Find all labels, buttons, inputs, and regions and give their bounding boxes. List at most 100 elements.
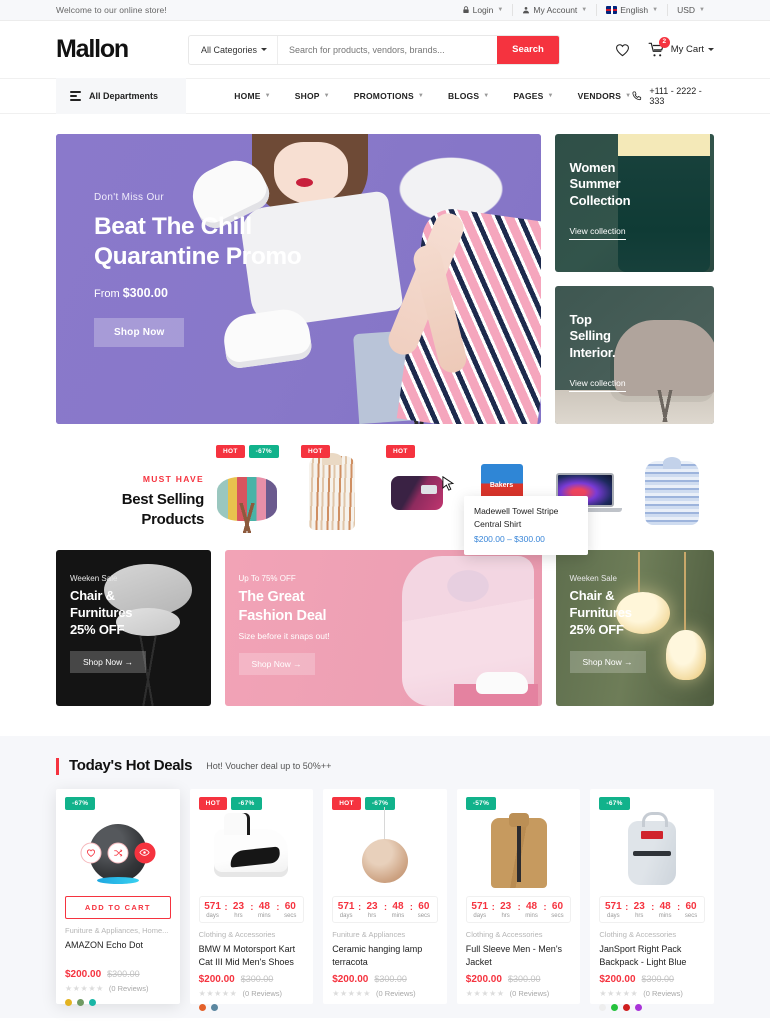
banner-kicker: Up To 75% OFF xyxy=(238,574,296,583)
product-category: Funiture & Appliances, Home... xyxy=(65,925,169,935)
compare-button[interactable] xyxy=(107,842,129,863)
nav-item-blogs[interactable]: BLOGS ▼ xyxy=(448,91,489,101)
nav-item-pages[interactable]: PAGES ▼ xyxy=(513,91,553,101)
product-name[interactable]: BMW M Motorsport Kart Cat III Mid Men's … xyxy=(199,943,305,970)
search-input[interactable] xyxy=(278,35,497,64)
countdown-value: 23 xyxy=(366,900,378,912)
countdown-label: hrs xyxy=(635,912,644,919)
quickview-product-name: Madewell Towel Stripe Central Shirt xyxy=(474,506,559,530)
countdown-days: 571 days xyxy=(467,901,494,919)
banner-shop-now-button[interactable]: Shop Now → xyxy=(70,650,147,673)
countdown-label: mins xyxy=(658,912,672,919)
price-original: $300.00 xyxy=(641,973,675,984)
side-card-link[interactable]: View collection xyxy=(569,226,626,241)
hero-banner[interactable]: Don't Miss Our Beat The Chill Quarantine… xyxy=(56,134,542,424)
tag-discount: -67% xyxy=(231,796,262,810)
countdown-minutes: 48 mins xyxy=(385,901,413,919)
promo-banner-chair-dark[interactable]: Weeken Sale Chair & Furnitures 25% OFF S… xyxy=(56,550,211,706)
banner-copy: Weeken Sale Chair & Furnitures 25% OFF S… xyxy=(569,574,646,673)
nav-item-promotions[interactable]: PROMOTIONS ▼ xyxy=(354,91,424,101)
banner-lamp-image xyxy=(666,552,706,680)
chevron-down-icon: ▼ xyxy=(652,7,659,13)
site-logo[interactable]: Mallon xyxy=(56,35,129,64)
color-swatch[interactable] xyxy=(611,1003,619,1011)
all-departments-button[interactable]: All Departments xyxy=(56,78,187,114)
product-thumb-stool xyxy=(216,477,277,533)
product-card[interactable]: -67% 571 days 23 hrs xyxy=(590,788,714,1011)
hero-from-price: $300.00 xyxy=(122,285,168,300)
color-swatch[interactable] xyxy=(599,1003,607,1011)
color-swatch[interactable] xyxy=(210,1003,218,1011)
product-image xyxy=(65,814,171,892)
promo-banner-fashion[interactable]: Up To 75% OFF The Great Fashion Deal Siz… xyxy=(224,550,542,706)
hero-price-line: From $300.00 xyxy=(94,286,301,300)
product-card[interactable]: -57% 571 days 23 hrs 48 mi xyxy=(456,788,581,1004)
color-swatch[interactable] xyxy=(77,998,84,1006)
tag-row: -57% xyxy=(465,796,572,810)
quick-view-button[interactable] xyxy=(134,842,156,863)
product-card[interactable]: HOT -67% 571 days 23 hrs 48 xyxy=(189,788,314,1011)
best-selling-item[interactable]: HOT xyxy=(374,445,459,538)
banner-title: Chair & Furnitures 25% OFF xyxy=(569,588,632,637)
wishlist-button[interactable] xyxy=(80,842,102,863)
product-prices: $200.00 $300.00 xyxy=(466,974,572,985)
color-swatch[interactable] xyxy=(635,1003,643,1011)
language-menu[interactable]: English ▼ xyxy=(596,4,667,16)
support-phone[interactable]: +111 - 2222 - 333 xyxy=(631,86,714,106)
product-name[interactable]: Full Sleeve Men - Men's Jacket xyxy=(466,943,572,970)
nav-item-shop[interactable]: SHOP ▼ xyxy=(295,91,330,101)
tag-row: -67% xyxy=(65,796,171,810)
countdown-minutes: 48 mins xyxy=(519,901,546,919)
side-card-women-summer[interactable]: Women Summer Collection View collection xyxy=(555,134,714,272)
hot-deals-title: Today's Hot Deals xyxy=(56,757,193,775)
product-category: Clothing & Accessories xyxy=(465,929,543,939)
nav-item-home[interactable]: HOME ▼ xyxy=(234,91,270,101)
top-bar: Welcome to our online store! Login ▼ My … xyxy=(0,0,770,21)
nav-label: PAGES xyxy=(513,91,544,101)
category-select[interactable]: All Categories xyxy=(189,35,278,64)
heart-icon xyxy=(86,848,95,857)
star-rating-icon: ★★★★★ xyxy=(332,988,372,998)
product-card[interactable]: -67% ADD TO CART Funiture & Appliances, … xyxy=(56,788,180,1006)
banner-shop-now-button[interactable]: Shop Now → xyxy=(569,650,646,673)
side-card-link[interactable]: View collection xyxy=(569,378,626,393)
nav-item-vendors[interactable]: VENDORS ▼ xyxy=(578,91,632,101)
color-swatch[interactable] xyxy=(623,1003,631,1011)
side-card-image xyxy=(614,320,714,422)
banner-copy: Weeken Sale Chair & Furnitures 25% OFF S… xyxy=(70,574,147,673)
product-name[interactable]: AMAZON Echo Dot xyxy=(65,939,171,965)
color-swatch[interactable] xyxy=(198,1003,206,1011)
banner-shop-now-button[interactable]: Shop Now → xyxy=(238,652,315,675)
product-name[interactable]: JanSport Right Pack Backpack - Light Blu… xyxy=(599,943,705,970)
product-card[interactable]: HOT -67% 571 days 23 hrs 48 xyxy=(323,788,447,1004)
product-name[interactable]: Ceramic hanging lamp terracota xyxy=(332,943,438,970)
hot-deals-card-list: -67% ADD TO CART Funiture & Appliances, … xyxy=(56,788,714,1011)
user-icon xyxy=(523,7,530,14)
product-quickview-popup[interactable]: Madewell Towel Stripe Central Shirt $200… xyxy=(464,496,588,556)
best-selling-heading: MUST HAVE Best Selling Products xyxy=(56,448,205,530)
my-account-label: My Account xyxy=(533,5,578,15)
my-account-menu[interactable]: My Account ▼ xyxy=(512,4,596,16)
hero-shop-now-button[interactable]: Shop Now xyxy=(94,317,185,347)
login-menu[interactable]: Login ▼ xyxy=(453,4,513,16)
color-swatch[interactable] xyxy=(65,998,72,1006)
best-selling-item[interactable]: HOT -67% xyxy=(204,445,289,538)
cart-area[interactable]: 2 My Cart xyxy=(648,36,714,58)
best-selling-item[interactable]: HOT xyxy=(289,445,374,538)
side-card-image xyxy=(618,134,710,272)
currency-menu[interactable]: USD ▼ xyxy=(667,4,714,16)
tag-discount: -67% xyxy=(599,796,630,810)
wishlist-heart-icon[interactable] xyxy=(615,43,630,57)
promo-banner-chair-green[interactable]: Weeken Sale Chair & Furnitures 25% OFF S… xyxy=(555,550,714,706)
search-button[interactable]: Search xyxy=(496,35,559,64)
review-count: (0 Reviews) xyxy=(376,988,416,998)
color-swatch[interactable] xyxy=(89,998,96,1006)
product-image xyxy=(466,812,572,892)
countdown-timer: 571 days 23 hrs 48 mins 60 secs xyxy=(198,895,305,923)
header-actions: 2 My Cart xyxy=(615,36,714,58)
best-selling-item[interactable] xyxy=(629,448,714,538)
add-to-cart-button[interactable]: ADD TO CART xyxy=(65,895,171,919)
countdown-label: days xyxy=(473,912,487,919)
countdown-seconds: 60 secs xyxy=(277,901,303,919)
side-card-top-selling-interior[interactable]: Top Selling Interior. View collection xyxy=(555,286,714,424)
